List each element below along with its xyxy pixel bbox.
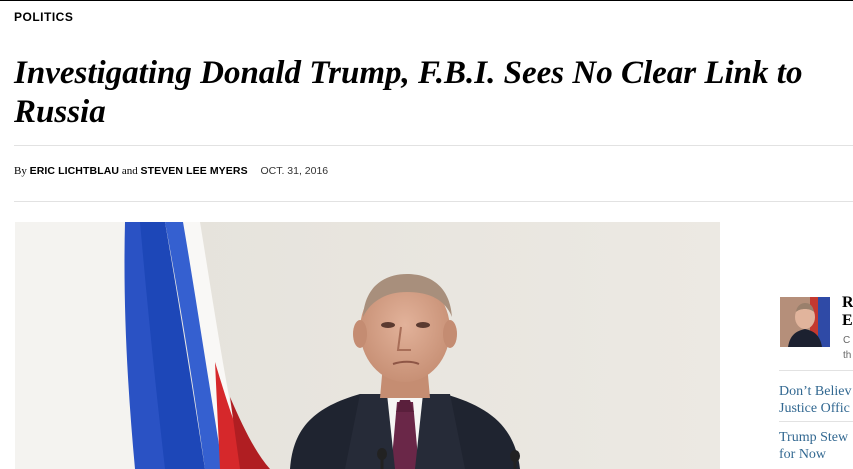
hero-photo[interactable] [15, 222, 720, 469]
author-link-2[interactable]: STEVEN LEE MYERS [140, 165, 247, 177]
related-summary-line-1: C [843, 335, 851, 346]
related-headline-line-2: E [842, 312, 853, 329]
related-headline-line-1: R [842, 294, 853, 311]
rail-link-divider [779, 421, 853, 422]
author-link-1[interactable]: ERIC LICHTBLAU [30, 165, 119, 177]
rail-link-2[interactable]: Trump Stew for Now [779, 429, 853, 463]
related-headline[interactable]: R E [842, 294, 853, 330]
rail-link-1[interactable]: Don’t Believ Justice Offic [779, 383, 853, 417]
top-divider [0, 0, 853, 1]
rail-link-1-line-1: Don’t Believ [779, 384, 852, 399]
rail-divider [779, 370, 853, 371]
publish-date: OCT. 31, 2016 [260, 165, 329, 177]
headline-divider [14, 145, 853, 146]
article-headline: Investigating Donald Trump, F.B.I. Sees … [14, 55, 803, 130]
rail-link-2-line-1: Trump Stew [779, 430, 849, 445]
related-summary: C th [843, 333, 853, 363]
byline-conjunction: and [121, 165, 138, 177]
section-label-politics[interactable]: POLITICS [14, 10, 73, 24]
related-summary-line-2: th [843, 350, 852, 361]
rail-link-2-line-2: for Now [779, 447, 827, 462]
byline-prefix: By [14, 165, 27, 177]
byline-divider [14, 201, 853, 202]
related-thumbnail[interactable] [780, 297, 830, 347]
rail-link-1-line-2: Justice Offic [779, 401, 850, 416]
hero-photo-illustration [15, 222, 720, 469]
byline: By ERIC LICHTBLAU and STEVEN LEE MYERS O… [14, 165, 328, 177]
article-page: POLITICS Investigating Donald Trump, F.B… [0, 0, 853, 469]
related-thumbnail-image [780, 297, 830, 347]
